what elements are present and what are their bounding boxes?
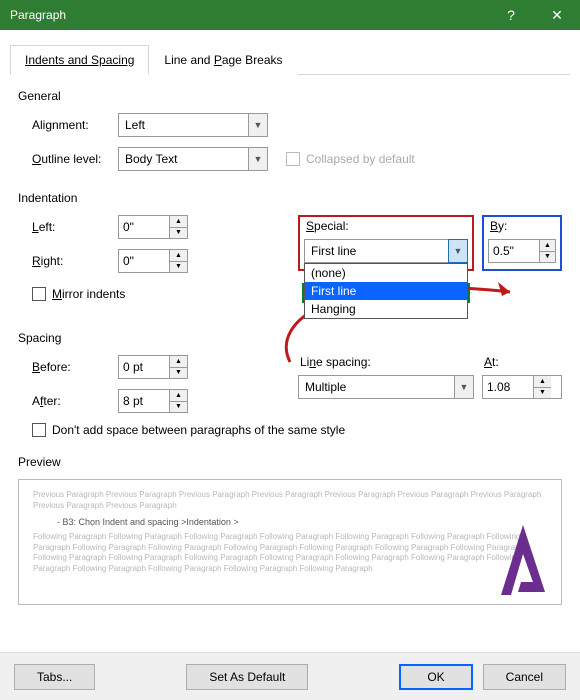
spin-down-icon[interactable]: ▼ [170, 228, 187, 239]
by-label: By: [488, 219, 556, 233]
section-spacing: Spacing [18, 331, 562, 345]
option-first-line[interactable]: First line [305, 282, 467, 300]
mirror-indents-checkbox[interactable]: Mirror indents [18, 287, 125, 301]
special-dropdown-list: (none) First line Hanging [304, 263, 468, 319]
tab-line-page-breaks[interactable]: Line and Page Breaks [149, 45, 297, 75]
dialog-content: General Alignment: Left ▼ Outline level:… [0, 75, 580, 605]
indent-left-label: Left: [18, 220, 118, 234]
tab-strip: Indents and Spacing Line and Page Breaks [10, 44, 570, 75]
preview-pane: Previous Paragraph Previous Paragraph Pr… [18, 479, 562, 605]
at-spinner[interactable]: ▲▼ [482, 375, 562, 399]
ok-button[interactable]: OK [399, 664, 472, 690]
spin-down-icon[interactable]: ▼ [534, 388, 551, 399]
watermark-icon [493, 520, 553, 600]
spin-up-icon[interactable]: ▲ [170, 356, 187, 368]
after-label: After: [18, 394, 118, 408]
outline-label: Outline level: [18, 152, 118, 166]
at-label: At: [482, 355, 562, 369]
tab-label: Indents and Spacing [25, 53, 134, 67]
button-bar: Tabs... Set As Default OK Cancel [0, 652, 580, 700]
line-spacing-select[interactable]: Multiple ▼ [298, 375, 474, 399]
section-preview: Preview [18, 455, 562, 469]
line-spacing-label: Line spacing: [298, 355, 474, 369]
close-button[interactable]: ✕ [534, 0, 580, 30]
spin-up-icon[interactable]: ▲ [170, 216, 187, 228]
set-default-button[interactable]: Set As Default [186, 664, 308, 690]
chevron-down-icon[interactable]: ▼ [448, 239, 468, 263]
alignment-select[interactable]: Left ▼ [118, 113, 268, 137]
preview-before: Previous Paragraph Previous Paragraph Pr… [33, 490, 547, 512]
titlebar: Paragraph ? ✕ [0, 0, 580, 30]
section-general: General [18, 89, 562, 103]
spin-down-icon[interactable]: ▼ [170, 402, 187, 413]
outline-select[interactable]: Body Text ▼ [118, 147, 268, 171]
spin-up-icon[interactable]: ▲ [540, 240, 555, 252]
before-label: Before: [18, 360, 118, 374]
alignment-label: Alignment: [18, 118, 118, 132]
cancel-button[interactable]: Cancel [483, 664, 566, 690]
spin-down-icon[interactable]: ▼ [170, 368, 187, 379]
chevron-down-icon[interactable]: ▼ [248, 113, 268, 137]
indent-right-label: Right: [18, 254, 118, 268]
indent-left-spinner[interactable]: ▲▼ [118, 215, 188, 239]
annotation-red-box: Special: First line ▼ (none) First line … [298, 215, 474, 271]
tab-indents-spacing[interactable]: Indents and Spacing [10, 45, 149, 75]
preview-sample-text: - B3: Chọn Indent and spacing >Indentati… [57, 516, 547, 528]
special-label: Special: [304, 219, 468, 233]
window-title: Paragraph [0, 8, 488, 22]
help-button[interactable]: ? [488, 0, 534, 30]
chevron-down-icon[interactable]: ▼ [248, 147, 268, 171]
nospace-checkbox[interactable]: Don't add space between paragraphs of th… [18, 423, 345, 437]
indent-right-spinner[interactable]: ▲▼ [118, 249, 188, 273]
spin-down-icon[interactable]: ▼ [170, 262, 187, 273]
after-spinner[interactable]: ▲▼ [118, 389, 188, 413]
section-indentation: Indentation [18, 191, 562, 205]
option-hanging[interactable]: Hanging [305, 300, 467, 318]
before-spinner[interactable]: ▲▼ [118, 355, 188, 379]
collapsed-checkbox: Collapsed by default [286, 152, 415, 166]
spin-up-icon[interactable]: ▲ [170, 250, 187, 262]
annotation-blue-box: By: ▲▼ [482, 215, 562, 271]
spin-up-icon[interactable]: ▲ [170, 390, 187, 402]
spin-up-icon[interactable]: ▲ [534, 376, 551, 388]
by-spinner[interactable]: ▲▼ [488, 239, 556, 263]
option-none[interactable]: (none) [305, 264, 467, 282]
tabs-button[interactable]: Tabs... [14, 664, 95, 690]
chevron-down-icon[interactable]: ▼ [454, 375, 474, 399]
preview-after: Following Paragraph Following Paragraph … [33, 532, 547, 575]
spin-down-icon[interactable]: ▼ [540, 252, 555, 263]
special-select[interactable]: First line ▼ (none) First line Hanging [304, 239, 468, 263]
